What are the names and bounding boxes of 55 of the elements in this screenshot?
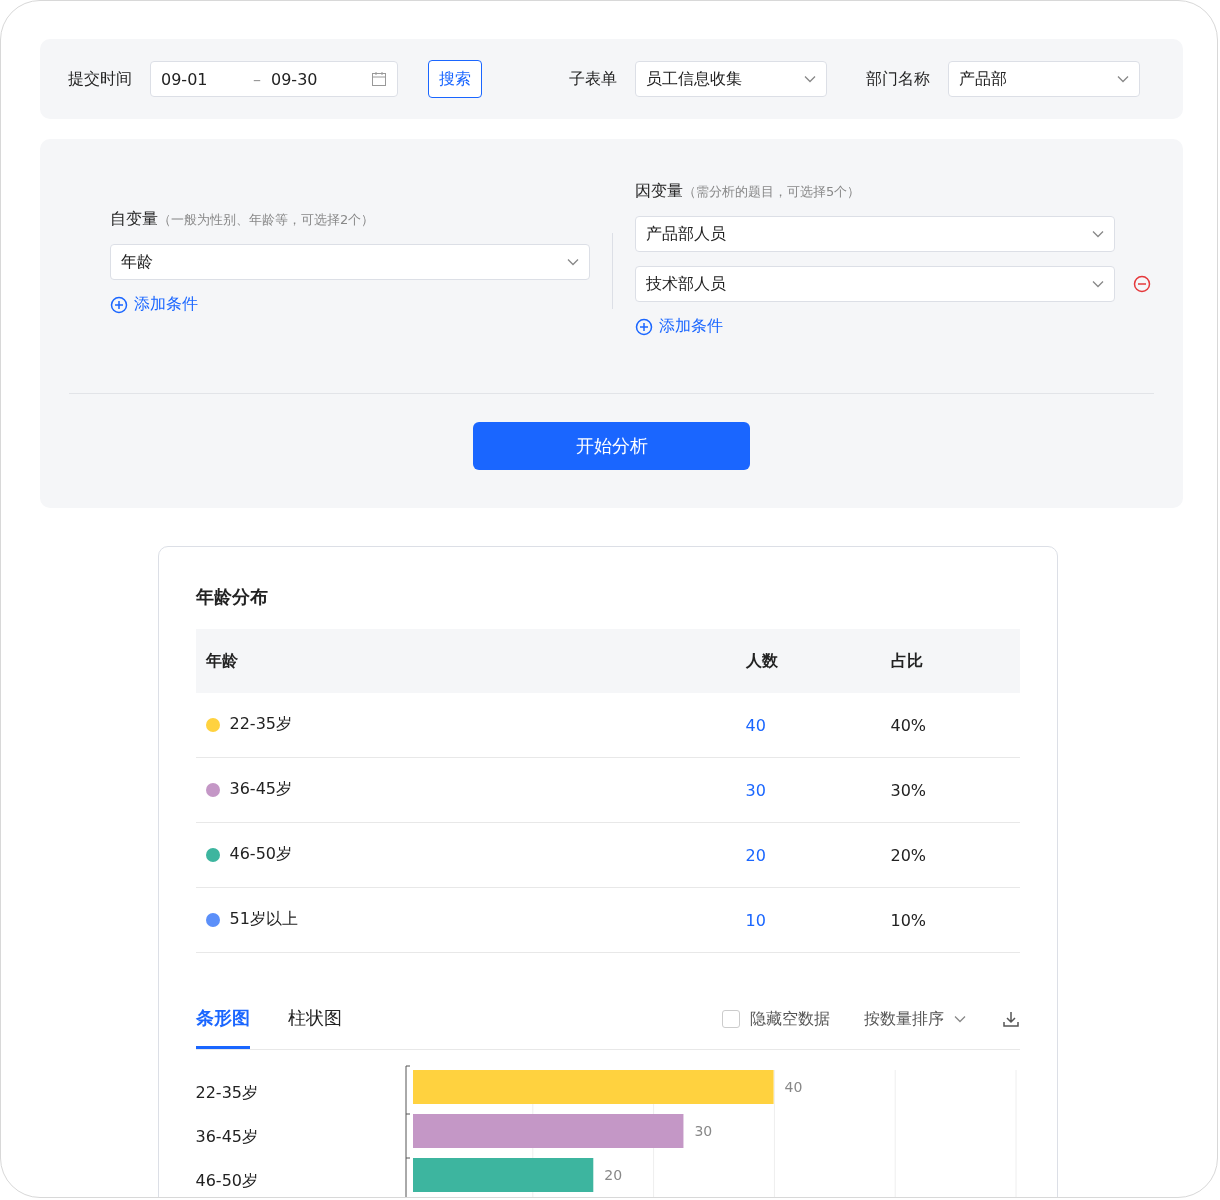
select-field[interactable]: 年龄 xyxy=(110,244,590,280)
chevron-icon xyxy=(953,1015,966,1023)
table-cell: 51岁以上 xyxy=(229,909,298,931)
select-field[interactable]: 技术部人员 xyxy=(635,266,1115,302)
field-label: 子表单 xyxy=(569,68,617,90)
table-cell: 22-35岁 xyxy=(229,714,292,736)
hint-text: （需分析的题目，可选择5个） xyxy=(683,184,861,199)
data-label: 30 xyxy=(694,1123,713,1139)
table-cell: 30% xyxy=(890,780,927,800)
field-label: 部门名称 xyxy=(866,68,930,90)
add-icon xyxy=(110,295,128,314)
chevron-icon xyxy=(1092,230,1104,238)
chart-tab[interactable]: 条形图 xyxy=(195,989,250,1049)
table-cell: 36-45岁 xyxy=(229,779,292,801)
add-icon xyxy=(635,317,653,336)
table-cell: 40% xyxy=(890,715,927,735)
axis-label: 46-50岁 xyxy=(195,1169,259,1192)
table-cell: 20 xyxy=(745,845,766,865)
select-field[interactable]: 产品部 xyxy=(948,61,1140,97)
start-analysis-button[interactable]: 开始分析 xyxy=(473,422,750,470)
table-cell: 40 xyxy=(745,715,766,735)
field-label: 因变量 xyxy=(635,181,683,200)
axis-label: 22-35岁 xyxy=(195,1081,259,1104)
checkbox-label: 隐藏空数据 xyxy=(749,1008,830,1030)
column-header: 人数 xyxy=(735,629,881,693)
field-label: 提交时间 xyxy=(68,68,132,90)
select-field[interactable]: 产品部人员 xyxy=(635,216,1115,252)
checkbox[interactable] xyxy=(721,1010,740,1028)
remove-icon[interactable] xyxy=(1133,275,1151,293)
add-condition-link[interactable]: 添加条件 xyxy=(110,294,590,315)
chart-tab[interactable]: 柱状图 xyxy=(287,989,342,1049)
select-field[interactable]: 员工信息收集 xyxy=(635,61,827,97)
add-condition-link[interactable]: 添加条件 xyxy=(635,316,1151,337)
table-cell: 10% xyxy=(890,910,927,930)
data-label: 20 xyxy=(604,1167,623,1183)
table-cell: 46-50岁 xyxy=(229,844,292,866)
search-button[interactable]: 搜索 xyxy=(428,60,482,98)
download-icon[interactable] xyxy=(1001,1010,1020,1028)
sort-dropdown[interactable]: 按数量排序 xyxy=(857,1007,972,1031)
calendar-icon xyxy=(371,71,387,87)
axis-label: 36-45岁 xyxy=(195,1125,259,1148)
chevron-icon xyxy=(804,75,816,83)
date-range-field[interactable]: 09-01 – 09-30 xyxy=(150,61,398,97)
hint-text: （一般为性别、年龄等，可选择2个） xyxy=(158,212,375,227)
chevron-icon xyxy=(1117,75,1129,83)
field-label: 自变量 xyxy=(110,209,158,228)
chevron-icon xyxy=(1092,280,1104,288)
chevron-icon xyxy=(567,258,579,266)
column-header: 年龄 xyxy=(195,629,736,693)
card-title: 年龄分布 xyxy=(195,585,269,609)
table-cell: 10 xyxy=(745,910,766,930)
data-label: 40 xyxy=(784,1079,803,1095)
table-cell: 30 xyxy=(745,780,766,800)
column-header: 占比 xyxy=(880,629,1020,693)
table-cell: 20% xyxy=(890,845,927,865)
